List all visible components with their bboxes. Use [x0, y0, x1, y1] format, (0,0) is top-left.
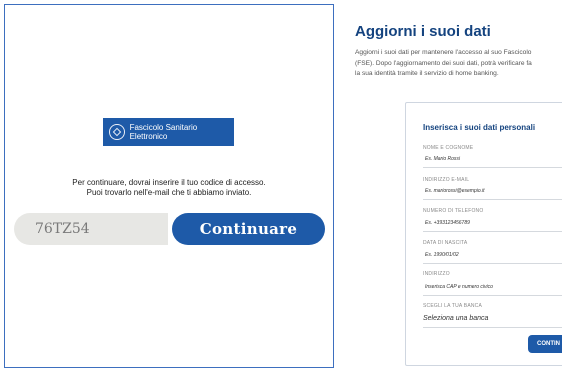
birthdate-field[interactable]: Es. 1990/01/02 — [425, 252, 459, 258]
continue-button[interactable]: Continuare — [172, 213, 325, 245]
bank-select-label: SCEGLI LA TUA BANCA — [423, 303, 483, 309]
bank-select[interactable]: Seleziona una banca — [423, 315, 488, 322]
description-line-1: Aggiorni i suoi dati per mantenere l'acc… — [355, 49, 532, 56]
name-field-underline — [423, 167, 562, 168]
address-field[interactable]: Inserisca CAP e numero civico — [425, 284, 493, 290]
name-field-label: NOME E COGNOME — [423, 145, 474, 151]
phone-field-label: NUMERO DI TELEFONO — [423, 208, 484, 214]
form-continue-button[interactable]: CONTIN — [528, 335, 562, 353]
access-code-instructions: Per continuare, dovrai inserire il tuo c… — [34, 178, 304, 197]
logo-text: Fascicolo Sanitario Elettronico — [129, 123, 198, 141]
email-field[interactable]: Es. mariorossi@esempio.it — [425, 188, 485, 194]
description-line-3: la sua identità tramite il servizio di h… — [355, 70, 499, 77]
instructions-line-1: Per continuare, dovrai inserire il tuo c… — [72, 178, 266, 187]
email-field-label: INDIRIZZO E-MAIL — [423, 177, 470, 183]
name-field[interactable]: Es. Mario Rossi — [425, 156, 460, 162]
update-data-description: Aggiorni i suoi dati per mantenere l'acc… — [355, 48, 562, 80]
birthdate-field-label: DATA DI NASCITA — [423, 240, 468, 246]
birthdate-field-underline — [423, 263, 562, 264]
address-field-underline — [423, 295, 562, 296]
personal-data-form: Inserisca i suoi dati personali NOME E C… — [405, 102, 562, 366]
address-field-label: INDIRIZZO — [423, 271, 450, 277]
update-data-title: Aggiorni i suoi dati — [355, 23, 491, 40]
phone-field[interactable]: Es. +393123456789 — [425, 220, 470, 226]
bank-select-underline — [423, 327, 562, 328]
instructions-line-2: Puoi trovarlo nell'e-mail che ti abbiamo… — [86, 187, 252, 197]
republic-emblem-icon — [109, 124, 125, 140]
description-line-2: (FSE). Dopo l'aggiornamento dei suoi dat… — [355, 59, 532, 67]
access-code-input[interactable] — [14, 213, 168, 245]
email-field-underline — [423, 199, 562, 200]
form-title: Inserisca i suoi dati personali — [423, 123, 536, 132]
phone-field-underline — [423, 231, 562, 232]
fse-logo: Fascicolo Sanitario Elettronico — [103, 118, 234, 146]
